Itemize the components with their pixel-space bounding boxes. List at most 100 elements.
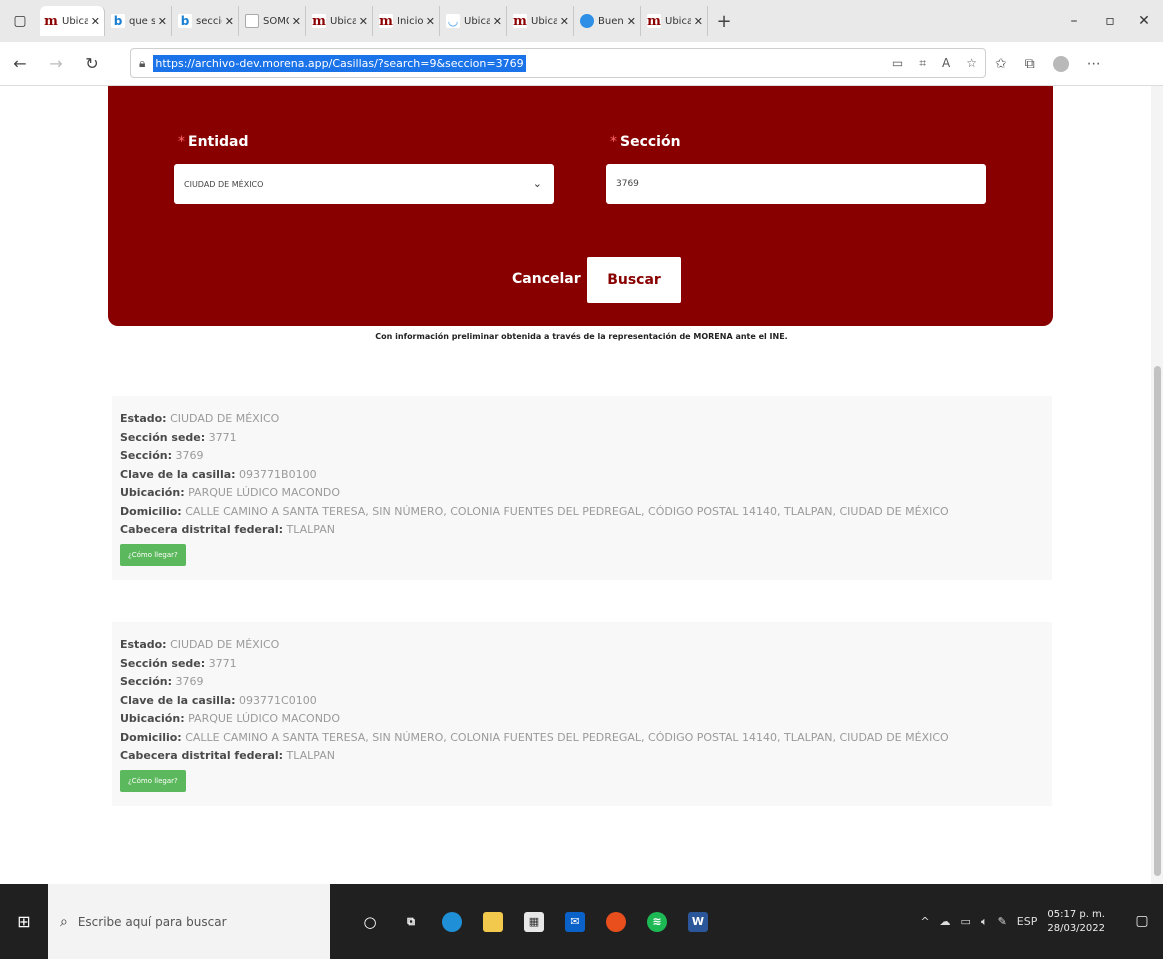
clock-date: 28/03/2022 — [1047, 922, 1105, 934]
calculator-icon[interactable]: ▦ — [524, 911, 544, 932]
scrollbar-thumb[interactable] — [1154, 366, 1161, 876]
entidad-label: * Entidad — [178, 134, 249, 150]
field-label: Cabecera distrital federal: — [120, 749, 284, 762]
spotify-icon[interactable]: ≋ — [647, 911, 667, 932]
browser-tab-strip: ▢ m Ubicaci ✕ b que ser ✕ b seccion ✕ SO… — [0, 0, 1163, 42]
bing-icon: b — [178, 14, 192, 28]
task-view-icon[interactable]: ⧉ — [401, 912, 421, 932]
field-value: 3769 — [175, 675, 204, 688]
translate-icon[interactable]: ⌗ — [919, 56, 926, 71]
tab-title: Inicio - — [397, 15, 423, 27]
field-label: Clave de la casilla: — [120, 693, 236, 707]
address-bar[interactable]: 🔒︎ https://archivo-dev.morena.app/Casill… — [130, 48, 986, 78]
tab-actions-icon[interactable]: ▢ — [0, 0, 40, 42]
file-explorer-icon[interactable] — [483, 911, 503, 932]
browser-tab[interactable]: ◡ Ubicaci ✕ — [442, 6, 507, 36]
required-mark: * — [178, 134, 185, 150]
field-value: CIUDAD DE MÉXICO — [170, 638, 280, 651]
edge-icon — [580, 14, 594, 28]
result-cabecera: Cabecera distrital federal: TLALPAN — [120, 747, 1044, 766]
browser-tab[interactable]: m Ubicaci ✕ — [643, 6, 708, 36]
field-label: Sección: — [120, 675, 172, 688]
browser-tab[interactable]: m Ubicaci ✕ — [509, 6, 574, 36]
seccion-label: * Sección — [610, 134, 681, 150]
url-text[interactable]: https://archivo-dev.morena.app/Casillas/… — [153, 54, 526, 72]
refresh-icon[interactable]: ↻ — [76, 48, 108, 80]
browser-tab[interactable]: SOMGE ✕ — [241, 6, 306, 36]
close-icon[interactable]: ✕ — [694, 15, 703, 28]
browser-tab[interactable]: b que ser ✕ — [107, 6, 172, 36]
close-window-icon[interactable]: ✕ — [1124, 0, 1163, 42]
collections-icon[interactable]: ⧉ — [1025, 56, 1035, 72]
cancel-button[interactable]: Cancelar — [512, 271, 581, 287]
network-icon[interactable]: ▭ — [961, 915, 971, 928]
forward-icon[interactable]: → — [40, 48, 72, 80]
browser-tab[interactable]: m Ubicaci ✕ — [40, 6, 105, 36]
result-clave: Clave de la casilla: 093771C0100 — [120, 692, 1044, 711]
entidad-select[interactable]: CIUDAD DE MÉXICO ⌄ — [174, 164, 554, 204]
result-estado: Estado: CIUDAD DE MÉXICO — [120, 410, 1044, 429]
profile-avatar[interactable] — [1052, 56, 1069, 72]
browser-tab[interactable]: m Inicio - ✕ — [375, 6, 440, 36]
taskbar-search[interactable]: ⌕ Escribe aquí para buscar — [48, 884, 330, 959]
close-icon[interactable]: ✕ — [91, 15, 100, 28]
windows-start-icon[interactable]: ⊞ — [0, 884, 48, 959]
minimize-icon[interactable]: – — [1054, 0, 1094, 42]
browser-tab[interactable]: Buenas ✕ — [576, 6, 641, 36]
browser-tab[interactable]: m Ubicaci ✕ — [308, 6, 373, 36]
more-icon[interactable]: ⋯ — [1087, 56, 1101, 72]
close-icon[interactable]: ✕ — [627, 15, 636, 28]
close-icon[interactable]: ✕ — [426, 15, 435, 28]
tab-title: Ubicaci — [531, 15, 557, 27]
result-seccion-sede: Sección sede: 3771 — [120, 655, 1044, 674]
system-tray: ^ ☁ ▭ 🔈︎ ✎ ESP 05:17 p. m. 28/03/2022 — [920, 884, 1105, 959]
tab-title: Ubicaci — [330, 15, 356, 27]
language-indicator[interactable]: ESP — [1017, 915, 1038, 928]
app-available-icon[interactable]: ▭ — [892, 56, 903, 70]
onedrive-icon[interactable]: ☁ — [940, 915, 951, 928]
new-tab-icon[interactable]: + — [710, 11, 738, 32]
morena-icon: m — [44, 13, 58, 29]
chrome-icon[interactable] — [606, 911, 626, 932]
mail-icon[interactable]: ✉ — [565, 911, 585, 932]
como-llegar-button[interactable]: ¿Cómo llegar? — [120, 543, 186, 566]
browser-tab[interactable]: b seccion ✕ — [174, 6, 239, 36]
field-label: Ubicación: — [120, 712, 185, 725]
field-value: PARQUE LÚDICO MACONDO — [188, 712, 341, 725]
chevron-down-icon: ⌄ — [532, 177, 542, 190]
page-scrollbar[interactable] — [1151, 86, 1163, 884]
result-seccion: Sección: 3769 — [120, 447, 1044, 466]
required-mark: * — [610, 134, 617, 150]
close-icon[interactable]: ✕ — [493, 15, 502, 28]
tab-title: que ser — [129, 15, 155, 27]
edge-icon[interactable] — [442, 911, 462, 932]
favorite-icon[interactable]: ☆ — [966, 56, 977, 70]
close-icon[interactable]: ✕ — [292, 15, 301, 28]
result-estado: Estado: CIUDAD DE MÉXICO — [120, 636, 1044, 655]
cortana-icon[interactable]: ○ — [360, 912, 380, 932]
close-icon[interactable]: ✕ — [560, 15, 569, 28]
search-button[interactable]: Buscar — [587, 257, 681, 303]
seccion-input[interactable] — [606, 164, 986, 204]
chevron-up-icon[interactable]: ^ — [920, 915, 929, 928]
result-clave: Clave de la casilla: 093771B0100 — [120, 466, 1044, 485]
como-llegar-button[interactable]: ¿Cómo llegar? — [120, 769, 186, 792]
word-icon[interactable]: W — [688, 911, 708, 932]
read-aloud-icon[interactable]: A — [942, 56, 950, 70]
field-label: Sección sede: — [120, 656, 206, 670]
pen-icon[interactable]: ✎ — [998, 915, 1007, 928]
close-icon[interactable]: ✕ — [225, 15, 234, 28]
lock-icon[interactable]: 🔒︎ — [139, 56, 145, 71]
close-icon[interactable]: ✕ — [359, 15, 368, 28]
tab-title: SOMGE — [263, 15, 289, 27]
field-value: TLALPAN — [286, 749, 335, 762]
favorites-icon[interactable]: ✩ — [995, 56, 1007, 72]
taskbar-clock[interactable]: 05:17 p. m. 28/03/2022 — [1047, 908, 1105, 936]
result-cabecera: Cabecera distrital federal: TLALPAN — [120, 521, 1044, 540]
back-icon[interactable]: ← — [4, 48, 36, 80]
field-value: 3769 — [175, 449, 204, 462]
volume-icon[interactable]: 🔈︎ — [981, 915, 988, 929]
close-icon[interactable]: ✕ — [158, 15, 167, 28]
notifications-icon[interactable]: ▢ — [1131, 910, 1153, 932]
field-label: Sección sede: — [120, 430, 206, 444]
